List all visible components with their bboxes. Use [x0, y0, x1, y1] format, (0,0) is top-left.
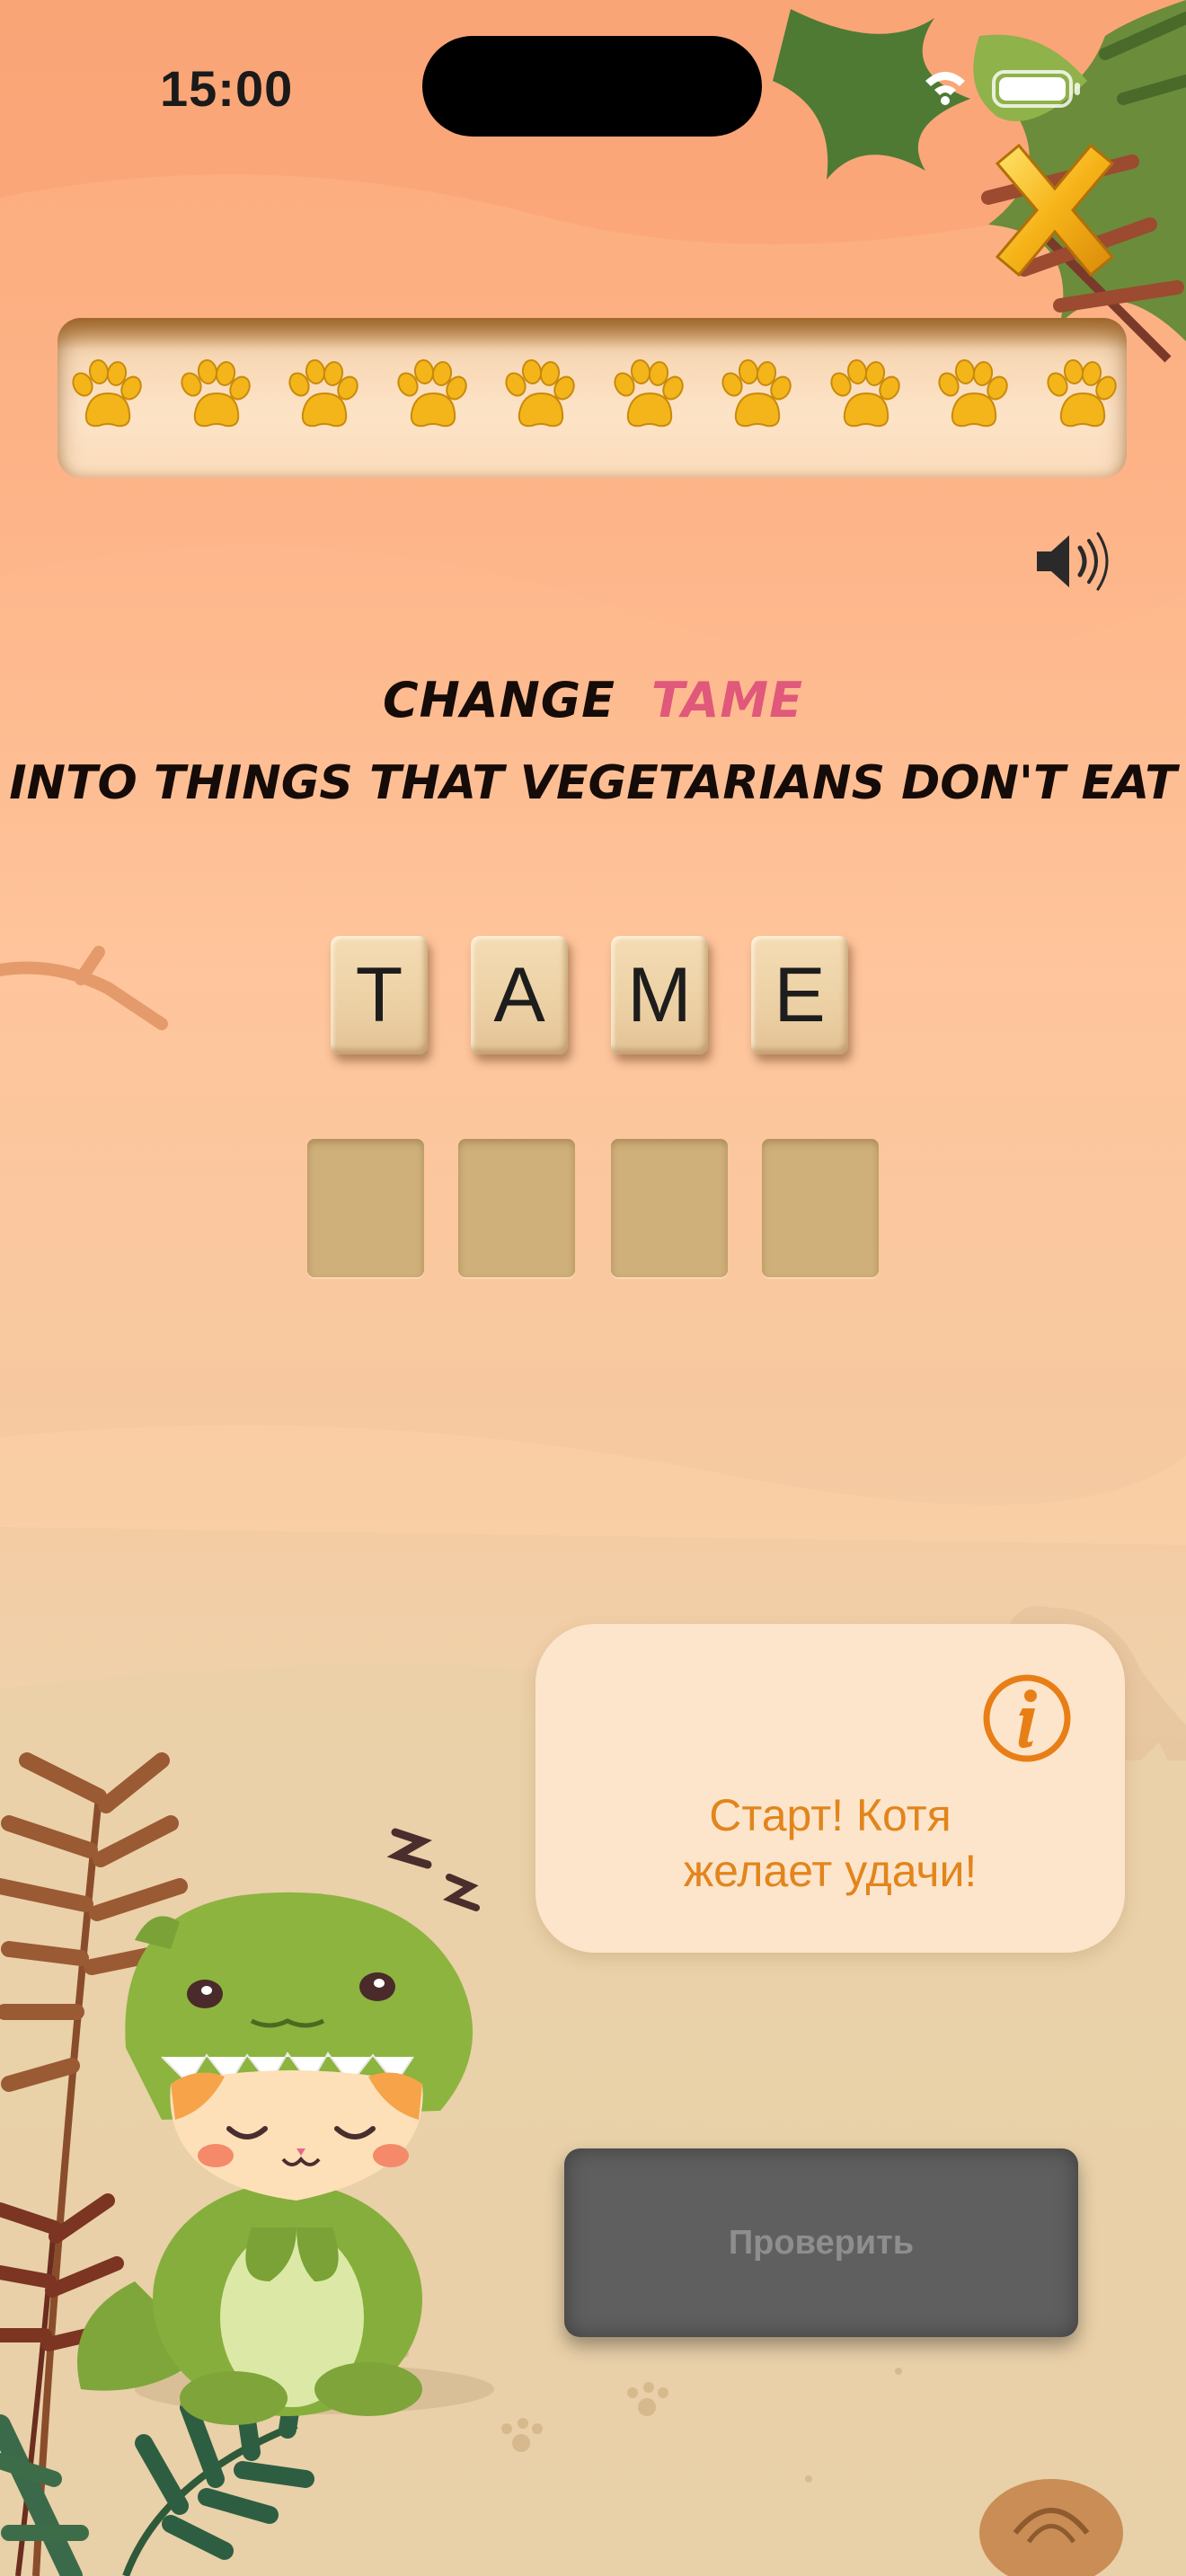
answer-slot[interactable] — [611, 1139, 728, 1277]
paw-icon — [396, 359, 467, 428]
hint-line-2: желает удачи! — [683, 1846, 978, 1896]
paw-icon — [505, 359, 575, 428]
letter-tile[interactable]: T — [331, 936, 428, 1054]
dino-cat-mascot — [77, 1828, 494, 2425]
paw-icon — [72, 359, 142, 428]
paw-icon — [1046, 359, 1117, 428]
letter-tile[interactable]: A — [471, 936, 568, 1054]
speaker-icon[interactable] — [1031, 530, 1112, 593]
prompt-instruction: INTO THINGS THAT VEGETARIANS DON'T EAT — [9, 756, 1177, 810]
paw-icon — [180, 359, 251, 428]
progress-paw-bar — [58, 318, 1127, 478]
dynamic-island — [422, 36, 762, 137]
paw-icon — [938, 359, 1008, 428]
status-time: 15:00 — [160, 60, 294, 117]
answer-slot[interactable] — [307, 1139, 424, 1277]
info-icon[interactable] — [981, 1672, 1073, 1764]
close-x-icon[interactable] — [978, 133, 1132, 287]
prompt-title: CHANGE TAME — [0, 672, 1186, 728]
battery-icon — [992, 70, 1080, 108]
letter-tile[interactable]: M — [611, 936, 708, 1054]
change-label: CHANGE — [382, 672, 615, 728]
source-word: TAME — [651, 672, 804, 728]
letter-tile[interactable]: E — [751, 936, 848, 1054]
paw-icon — [613, 359, 684, 428]
wifi-icon — [925, 72, 965, 105]
check-button[interactable]: Проверить — [564, 2148, 1078, 2337]
paw-icon — [721, 359, 792, 428]
hint-text: Старт! Котя желает удачи! — [535, 1787, 1125, 1899]
paw-icon — [288, 359, 358, 428]
paw-icon — [829, 359, 900, 428]
game-screen: 15:00 CHANGE TAME INTO THINGS THAT VEGET… — [0, 0, 1186, 2576]
status-icons — [925, 70, 1080, 108]
hint-line-1: Старт! Котя — [709, 1790, 951, 1840]
answer-slot[interactable] — [762, 1139, 879, 1277]
answer-slot[interactable] — [458, 1139, 575, 1277]
